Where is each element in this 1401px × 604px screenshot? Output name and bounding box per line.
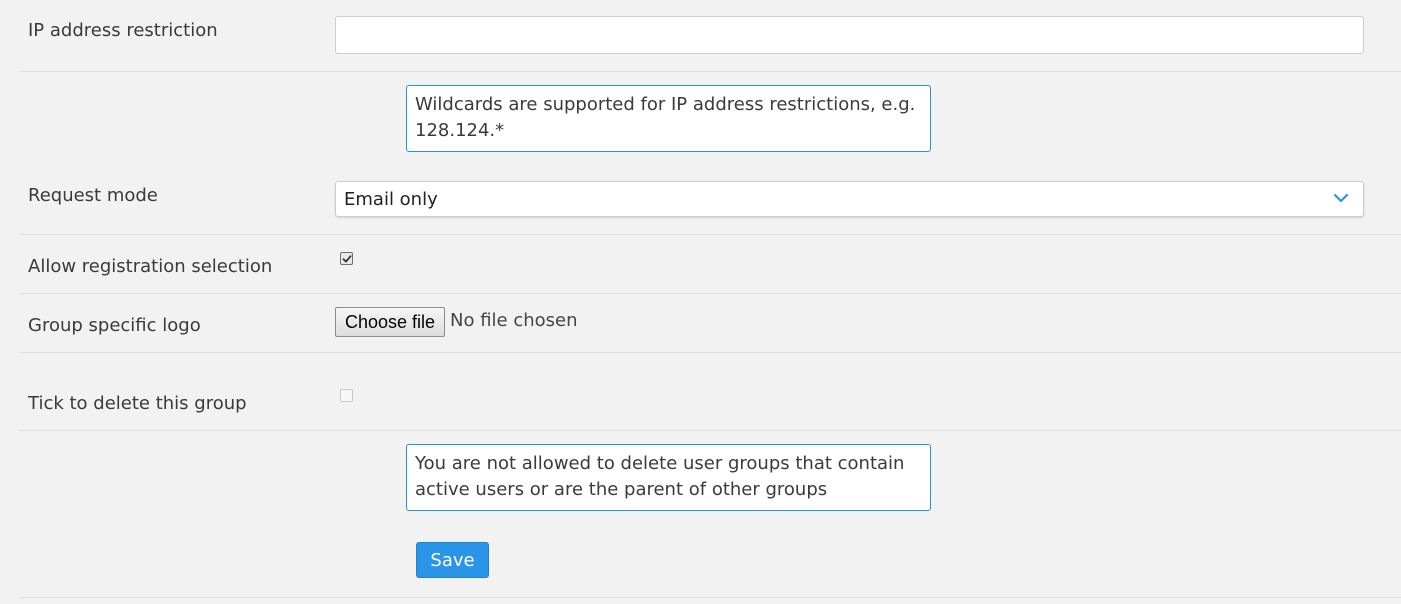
delete-group-row: Tick to delete this group — [19, 353, 1401, 431]
ip-restriction-help-text: Wildcards are supported for IP address r… — [406, 85, 931, 152]
registration-selection-checkbox[interactable] — [340, 252, 353, 265]
ip-restriction-label: IP address restriction — [28, 20, 218, 41]
save-button[interactable]: Save — [416, 542, 489, 578]
delete-group-help-text: You are not allowed to delete user group… — [406, 444, 931, 511]
checkmark-icon — [342, 255, 352, 263]
logo-row: Group specific logo — [19, 294, 1401, 353]
request-mode-label: Request mode — [28, 185, 158, 206]
registration-selection-row: Allow registration selection — [19, 235, 1401, 294]
request-mode-select[interactable]: Email only — [335, 181, 1364, 217]
logo-label: Group specific logo — [28, 315, 201, 336]
file-status-text: No file chosen — [450, 310, 578, 331]
delete-group-label: Tick to delete this group — [28, 393, 247, 414]
delete-group-checkbox[interactable] — [340, 389, 353, 402]
chevron-down-icon — [1333, 193, 1349, 203]
request-mode-selected-value: Email only — [344, 189, 438, 210]
group-settings-form: IP address restriction Wildcards are sup… — [0, 0, 1401, 604]
registration-selection-label: Allow registration selection — [28, 256, 273, 277]
choose-file-button[interactable]: Choose file — [335, 307, 446, 337]
ip-restriction-input[interactable] — [335, 16, 1364, 54]
